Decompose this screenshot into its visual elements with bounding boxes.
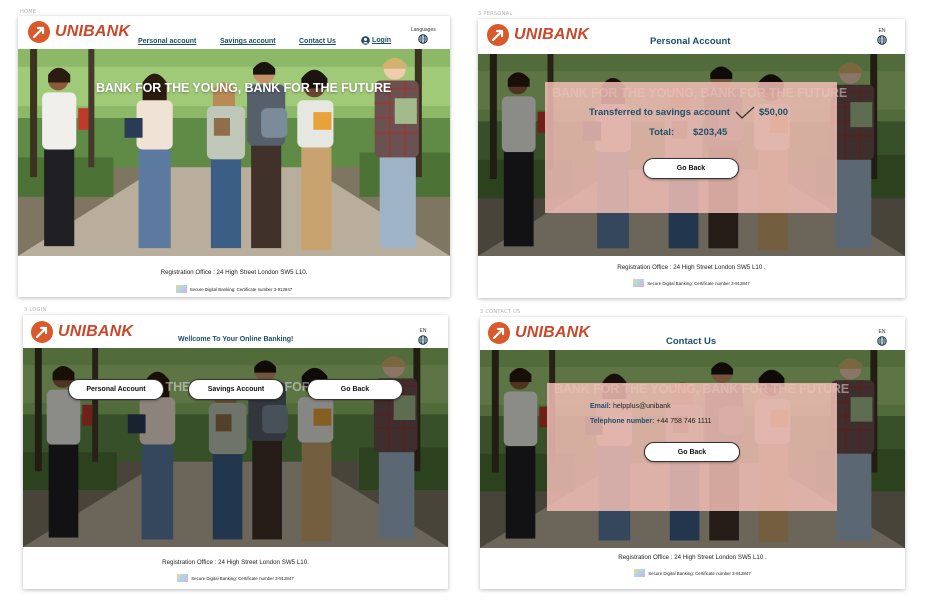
certificate-text: Secure Digital Banking: Certificate numb… bbox=[647, 280, 750, 286]
email-value[interactable]: helpplus@unibank bbox=[613, 403, 671, 410]
certificate-icon bbox=[175, 285, 187, 293]
phone-label: Telephone number: bbox=[590, 418, 655, 425]
transfer-label: Transferred to savings account bbox=[589, 107, 730, 118]
language-selector[interactable]: EN bbox=[877, 329, 887, 346]
contact-frame: UNIBANK Contact Us EN BANK FOR THE YOUNG… bbox=[480, 317, 905, 589]
brand-name: UNIBANK bbox=[514, 26, 590, 43]
brand-logo[interactable]: UNIBANK bbox=[28, 21, 130, 43]
footer-certificate: Secure Digital Banking: Certificate numb… bbox=[18, 285, 450, 293]
total-label: Total: bbox=[649, 127, 675, 138]
nav-personal-account[interactable]: Personal account bbox=[138, 38, 196, 45]
transfer-amount: $50,00 bbox=[759, 107, 789, 118]
login-link[interactable]: Login bbox=[361, 36, 391, 45]
email-line: Email: helpplus@unibank bbox=[590, 403, 671, 410]
certificate-icon bbox=[634, 569, 646, 577]
brand-logo[interactable]: UNIBANK bbox=[31, 321, 133, 343]
nav-contact-us[interactable]: Contact Us bbox=[299, 38, 336, 45]
brand-name: UNIBANK bbox=[55, 23, 131, 40]
logo-arrow-icon bbox=[28, 21, 50, 43]
certificate-icon bbox=[177, 574, 189, 582]
footer: Registration Office : 24 High Street Lon… bbox=[478, 256, 905, 298]
artboard-label-home: HOME bbox=[20, 9, 37, 15]
page-title: Contact Us bbox=[666, 336, 717, 347]
language-code: EN bbox=[878, 28, 886, 34]
header: UNIBANK Personal Account EN bbox=[478, 19, 905, 54]
language-code: EN bbox=[419, 328, 427, 334]
brand-logo[interactable]: UNIBANK bbox=[488, 322, 590, 344]
email-label: Email: bbox=[590, 403, 612, 410]
language-code: EN bbox=[878, 329, 886, 335]
account-summary-panel: Transferred to savings account $50,00 To… bbox=[545, 82, 837, 213]
footer: Registration Office : 24 High Street Lon… bbox=[480, 548, 905, 589]
logo-arrow-icon bbox=[488, 322, 510, 344]
footer-address: Registration Office : 24 High Street Lon… bbox=[617, 264, 766, 271]
footer: Registration Office : 24 High Street Lon… bbox=[18, 256, 450, 297]
total-amount: $203,45 bbox=[693, 127, 728, 138]
certificate-text: Secure Digital Banking: Certificate numb… bbox=[648, 570, 751, 576]
header: UNIBANK Wellcome To Your Online Banking!… bbox=[23, 315, 448, 348]
header: UNIBANK Personal account Savings account… bbox=[18, 16, 450, 49]
brand-logo[interactable]: UNIBANK bbox=[487, 24, 589, 46]
logo-arrow-icon bbox=[487, 24, 509, 46]
personal-frame: UNIBANK Personal Account EN BANK FOR THE… bbox=[478, 19, 905, 298]
artboard-label-contact: 3 CONTACT US bbox=[480, 309, 521, 315]
logo-arrow-icon bbox=[31, 321, 53, 343]
go-back-button[interactable]: Go Back bbox=[644, 442, 740, 462]
login-frame: UNIBANK Wellcome To Your Online Banking!… bbox=[23, 315, 448, 589]
go-back-button[interactable]: Go Back bbox=[643, 158, 739, 179]
savings-account-button[interactable]: Savings Account bbox=[188, 379, 284, 400]
page-title: Personal Account bbox=[650, 36, 731, 47]
go-back-button[interactable]: Go Back bbox=[307, 379, 403, 400]
hero-image: BANK FOR THE YOUNG, BANK FOR THE FUTURE bbox=[23, 348, 448, 547]
checkmark-icon bbox=[735, 106, 755, 119]
footer-address: Registration Office : 24 High Street Lon… bbox=[160, 269, 308, 276]
footer: Registration Office : 24 High Street Lon… bbox=[23, 547, 448, 589]
hero-headline: BANK FOR THE YOUNG, BANK FOR THE FUTURE bbox=[96, 81, 392, 95]
footer-certificate: Secure Digital Banking: Certificate numb… bbox=[23, 574, 448, 582]
globe-icon bbox=[877, 336, 887, 346]
footer-certificate: Secure Digital Banking: Certificate numb… bbox=[478, 279, 905, 287]
footer-address: Registration Office : 24 High Street Lon… bbox=[162, 559, 309, 566]
globe-icon bbox=[418, 34, 428, 44]
certificate-icon bbox=[633, 279, 645, 287]
welcome-title: Wellcome To Your Online Banking! bbox=[178, 336, 294, 343]
home-frame: UNIBANK Personal account Savings account… bbox=[18, 16, 450, 297]
footer-certificate: Secure Digital Banking: Certificate numb… bbox=[480, 569, 905, 577]
brand-name: UNIBANK bbox=[515, 324, 591, 341]
globe-icon bbox=[877, 35, 887, 45]
hero-image: BANK FOR THE YOUNG, BANK FOR THE FUTURE bbox=[18, 49, 450, 256]
user-icon bbox=[361, 36, 370, 45]
personal-account-button[interactable]: Personal Account bbox=[68, 379, 164, 400]
header: UNIBANK Contact Us EN bbox=[480, 317, 905, 350]
phone-value[interactable]: +44 758 746 1111 bbox=[656, 418, 711, 425]
artboard-label-personal: 3 PERSONAL bbox=[478, 11, 513, 17]
artboard-label-login: 3 LOGIN bbox=[24, 307, 47, 313]
login-label: Login bbox=[372, 37, 392, 44]
footer-address: Registration Office : 24 High Street Lon… bbox=[618, 554, 767, 561]
certificate-text: Secure Digital Banking: Certificate numb… bbox=[191, 575, 294, 581]
brand-name: UNIBANK bbox=[58, 323, 134, 340]
phone-line: Telephone number: +44 758 746 1111 bbox=[590, 418, 711, 425]
languages-label: Languages bbox=[411, 27, 436, 33]
language-selector[interactable]: EN bbox=[418, 328, 428, 345]
nav-savings-account[interactable]: Savings account bbox=[220, 38, 276, 45]
language-selector[interactable]: Languages bbox=[411, 27, 436, 44]
certificate-text: Secure Digital Banking: Certificate numb… bbox=[189, 286, 293, 292]
language-selector[interactable]: EN bbox=[877, 28, 887, 45]
globe-icon bbox=[418, 335, 428, 345]
